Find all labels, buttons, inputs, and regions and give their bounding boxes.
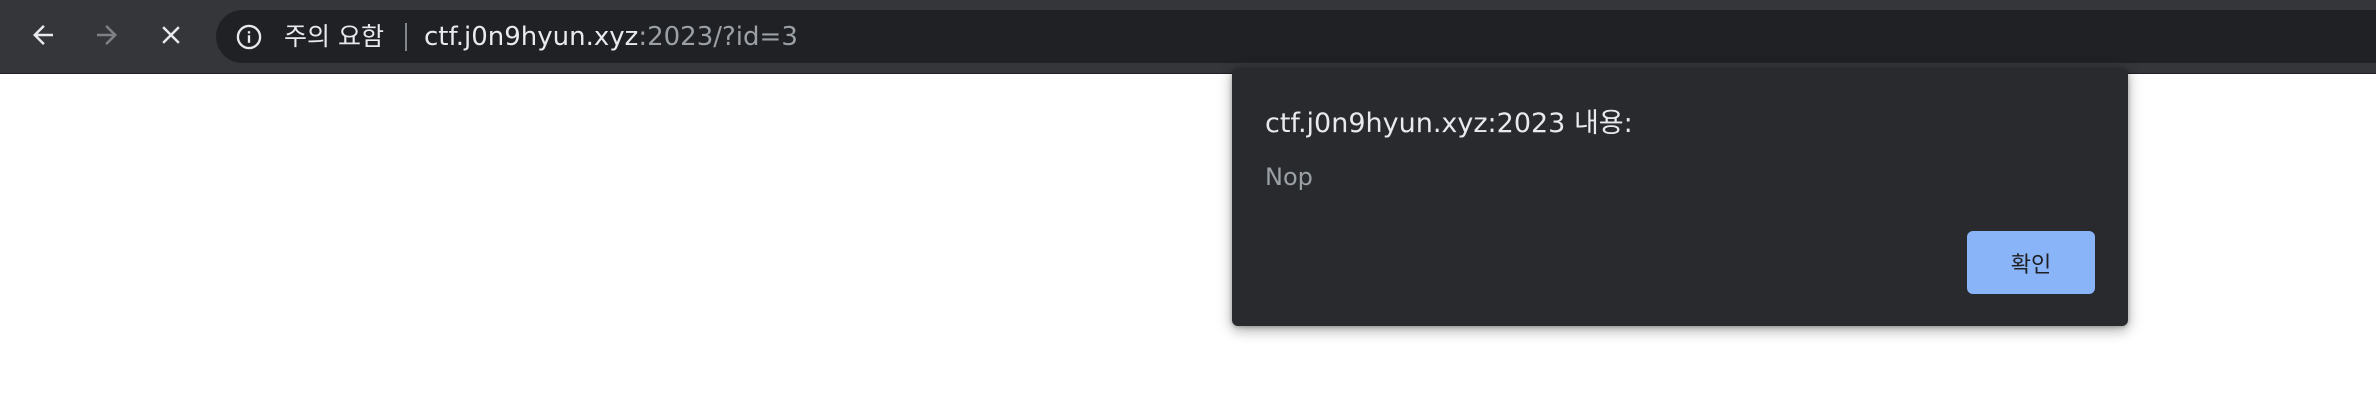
dialog-title: ctf.j0n9hyun.xyz:2023 내용: (1265, 108, 1633, 139)
url-path: :2023/?id=3 (638, 22, 798, 52)
alert-dialog: ctf.j0n9hyun.xyz:2023 내용: Nop 확인 (1232, 68, 2128, 326)
stop-loading-button[interactable] (147, 11, 195, 59)
dialog-message: Nop (1265, 163, 1313, 191)
url-text[interactable]: ctf.j0n9hyun.xyz:2023/?id=3 (424, 20, 798, 54)
url-host: ctf.j0n9hyun.xyz (424, 22, 639, 52)
security-status-label[interactable]: 주의 요함 (284, 20, 384, 54)
close-icon (162, 26, 180, 44)
info-icon[interactable] (235, 23, 263, 51)
address-divider (405, 23, 407, 51)
ok-button[interactable]: 확인 (1967, 231, 2095, 294)
arrow-right-icon (97, 25, 117, 45)
browser-toolbar: 주의 요함 ctf.j0n9hyun.xyz:2023/?id=3 (0, 0, 2376, 73)
arrow-left-icon (33, 25, 53, 45)
forward-button[interactable] (83, 11, 131, 59)
address-bar[interactable]: 주의 요함 ctf.j0n9hyun.xyz:2023/?id=3 (216, 10, 2376, 63)
back-button[interactable] (19, 11, 67, 59)
